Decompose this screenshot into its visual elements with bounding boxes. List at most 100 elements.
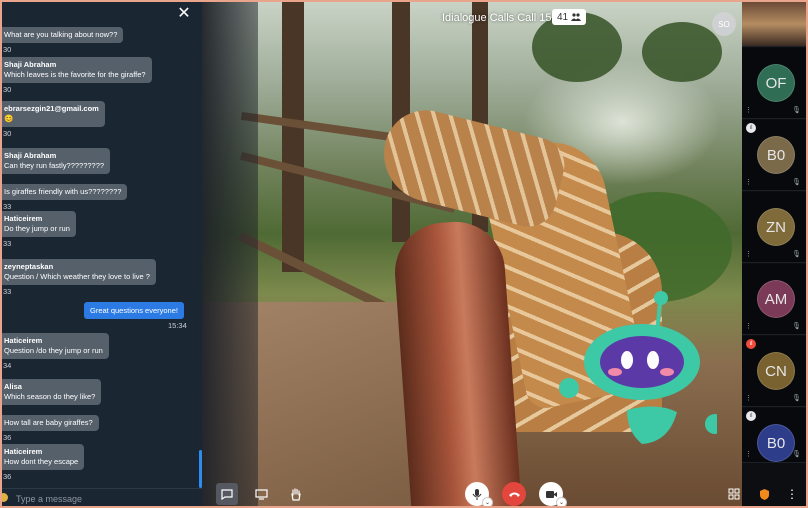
participant-avatar: OF: [757, 64, 795, 102]
participant-avatar: ZN: [757, 208, 795, 246]
fence-post: [282, 2, 304, 272]
microphone-button[interactable]: ⌄: [465, 482, 493, 506]
meeting-window: Idialogue Calls Call 153 41 SO OF ⋮ 🎙 B0 ⋮ 🎙 ı…: [2, 2, 806, 506]
chat-message: ebrarsezgin21@gmail.com 😊 30: [2, 101, 105, 138]
chat-icon: [221, 488, 233, 500]
mascot-robot-sticker: [559, 291, 717, 444]
chat-sender-name: Haticeirem: [4, 447, 43, 456]
chat-sender-name: Haticeirem: [4, 336, 43, 345]
chat-message-text: 😊: [4, 114, 14, 123]
chat-sender-name: Alisa: [4, 382, 22, 391]
participant-avatar: AM: [757, 280, 795, 318]
grid-view-icon: [728, 488, 740, 500]
tile-menu-icon[interactable]: ⋮: [745, 394, 752, 402]
muted-microphone-icon: 🎙: [792, 451, 801, 458]
chat-message: Shaji Abraham Can they run fastly????????…: [2, 148, 111, 174]
grid-view-button[interactable]: [723, 483, 745, 505]
chat-sender-name: Shaji Abraham: [4, 60, 57, 69]
screen-share-icon: [254, 488, 268, 500]
chat-message-text: What are you talking about now??: [4, 30, 118, 39]
connection-signal-icon: ıl: [746, 123, 756, 133]
railing-post: [391, 218, 523, 506]
chat-message: zeyneptaskan Question / Which weather the…: [2, 259, 156, 296]
muted-microphone-icon: 🎙: [792, 323, 801, 330]
chat-message-time: 36: [3, 433, 12, 442]
chat-panel: ✕ What are you talking about now?? 30 Shaj…: [2, 2, 202, 506]
security-button[interactable]: [755, 483, 773, 505]
participant-video: [742, 2, 806, 46]
chat-bubble: zeyneptaskan Question / Which weather the…: [2, 259, 156, 285]
chat-message: Haticeirem Question /do they jump or run 3…: [2, 333, 109, 370]
participants-button[interactable]: 41: [552, 9, 587, 25]
muted-microphone-icon: 🎙: [792, 179, 801, 186]
screen-share-button[interactable]: [250, 483, 272, 505]
chevron-down-icon[interactable]: ⌄: [482, 497, 493, 506]
chat-message-time: 36: [3, 472, 12, 481]
chat-message: How tall are baby giraffes? 36: [2, 412, 99, 442]
chat-bubble: What are you talking about now??: [2, 27, 124, 43]
chat-message-time: 33: [3, 202, 12, 211]
tile-menu-icon[interactable]: ⋮: [745, 450, 752, 458]
chat-input-bar: [2, 488, 202, 506]
chat-message-text: Question /do they jump or run: [4, 346, 103, 355]
microphone-icon: [472, 488, 482, 500]
tree: [642, 22, 722, 82]
participant-count: 41: [557, 11, 569, 23]
my-chat-message: Great questions everyone!: [84, 302, 184, 319]
muted-microphone-icon: 🎙: [792, 107, 801, 114]
participant-tile[interactable]: B0 ⋮ 🎙 ıl: [742, 408, 806, 463]
participant-tile[interactable]: B0 ⋮ 🎙 ıl: [742, 120, 806, 191]
more-icon: ⋮: [786, 487, 798, 501]
chat-bubble: Haticeirem Do they jump or run: [2, 211, 76, 237]
chat-message-text: Which season do they like?: [4, 392, 96, 401]
my-message-time: 15:34: [168, 321, 187, 330]
raise-hand-button[interactable]: [285, 483, 307, 505]
participant-tile[interactable]: OF ⋮ 🎙: [742, 48, 806, 119]
chat-message: Is giraffes friendly with us???????? 33: [2, 181, 128, 211]
main-video: Idialogue Calls Call 153 41 SO: [202, 2, 742, 506]
chevron-down-icon[interactable]: ⌄: [556, 497, 567, 506]
chat-sender-name: zeyneptaskan: [4, 262, 54, 271]
tile-menu-icon[interactable]: ⋮: [745, 322, 752, 330]
tile-menu-icon[interactable]: ⋮: [745, 106, 752, 114]
chat-message-text: Which leaves is the favorite for the gir…: [4, 70, 146, 79]
participant-tile[interactable]: [742, 2, 806, 47]
call-title: Idialogue Calls Call 153: [442, 12, 558, 24]
participant-tile[interactable]: AM ⋮ 🎙: [742, 264, 806, 335]
chat-message-text: Can they run fastly?????????: [4, 161, 105, 170]
chat-message: Shaji Abraham Which leaves is the favorit…: [2, 57, 152, 94]
chat-bubble: Shaji Abraham Can they run fastly????????…: [2, 148, 111, 174]
chat-message-time: 34: [3, 361, 12, 370]
camera-button[interactable]: ⌄: [539, 482, 567, 506]
chat-toggle-button[interactable]: [216, 483, 238, 505]
emoji-icon[interactable]: [2, 493, 8, 502]
chat-message-text: Do they jump or run: [4, 224, 70, 233]
chat-scrollbar[interactable]: [199, 450, 202, 488]
self-avatar[interactable]: SO: [712, 12, 736, 36]
chat-sender-name: ebrarsezgin21@gmail.com: [4, 104, 99, 113]
chat-message-time: 30: [3, 85, 12, 94]
chat-message: Haticeirem Do they jump or run 33: [2, 211, 76, 248]
close-chat-button[interactable]: ✕: [176, 6, 192, 22]
chat-message-text: How dont they escape: [4, 457, 79, 466]
hang-up-button[interactable]: [502, 482, 526, 506]
tile-menu-icon[interactable]: ⋮: [745, 250, 752, 258]
chat-bubble: ebrarsezgin21@gmail.com 😊: [2, 101, 105, 127]
chat-sender-name: Haticeirem: [4, 214, 43, 223]
chat-message-text: Is giraffes friendly with us????????: [4, 187, 122, 196]
chat-bubble: How tall are baby giraffes?: [2, 415, 99, 431]
camera-icon: [545, 490, 557, 498]
chat-sender-name: Shaji Abraham: [4, 151, 57, 160]
participant-avatar: CN: [757, 352, 795, 390]
chat-bubble: Shaji Abraham Which leaves is the favorit…: [2, 57, 152, 83]
chat-message-input[interactable]: [14, 491, 198, 506]
participant-tile[interactable]: ZN ⋮ 🎙: [742, 192, 806, 263]
more-options-button[interactable]: ⋮: [784, 483, 800, 505]
chat-message-text: Question / Which weather they love to li…: [4, 272, 150, 281]
participant-tile[interactable]: CN ⋮ 🎙 ıl: [742, 336, 806, 407]
chat-message-time: 33: [3, 287, 12, 296]
muted-microphone-icon: 🎙: [792, 395, 801, 402]
participant-avatar: B0: [757, 424, 795, 462]
tile-menu-icon[interactable]: ⋮: [745, 178, 752, 186]
connection-signal-icon: ıl: [746, 411, 756, 421]
